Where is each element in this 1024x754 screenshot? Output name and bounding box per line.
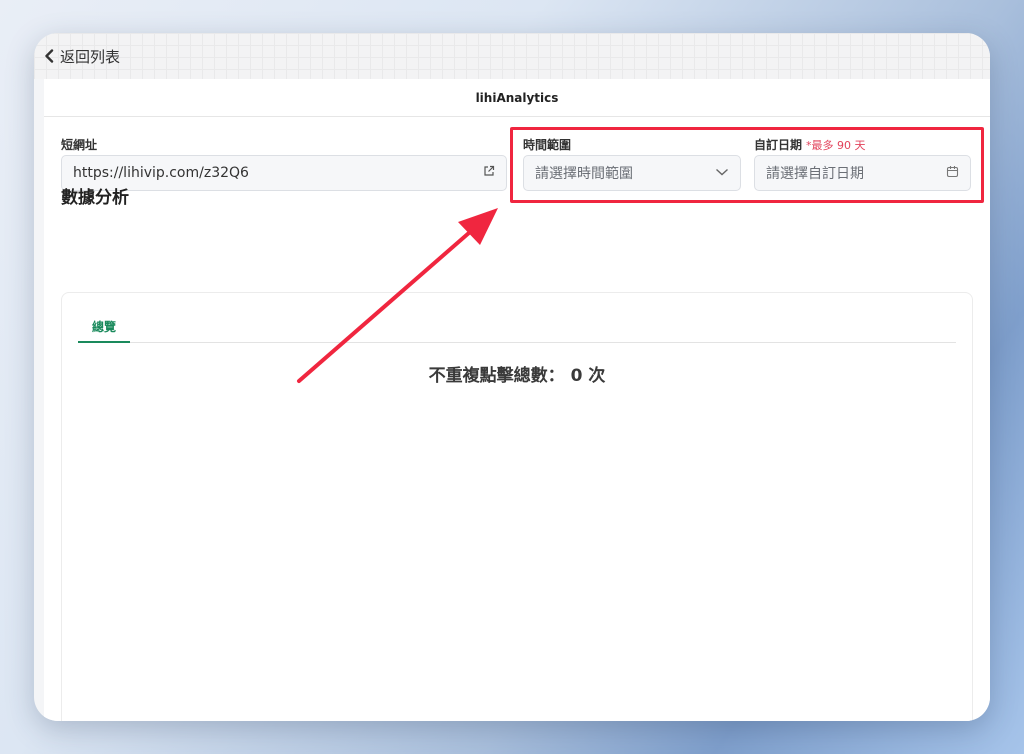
page-title: lihiAnalytics	[44, 79, 990, 117]
custom-date-label-text: 自訂日期	[754, 138, 803, 152]
external-link-icon[interactable]	[483, 165, 495, 181]
custom-date-note: *最多 90 天	[806, 139, 866, 152]
time-range-placeholder: 請選擇時間範圍	[535, 166, 633, 182]
unique-clicks-total: 不重複點擊總數： 0 次	[428, 366, 606, 386]
custom-date-label: 自訂日期 *最多 90 天	[754, 136, 866, 153]
calendar-icon	[946, 165, 959, 182]
app-window: 返回列表 lihiAnalytics 短網址 https://lihivip.c…	[34, 33, 990, 721]
analytics-tabs: 總覽	[78, 315, 956, 343]
custom-date-picker[interactable]: 請選擇自訂日期	[754, 155, 971, 191]
time-range-select[interactable]: 請選擇時間範圍	[523, 155, 741, 191]
main-content: lihiAnalytics 短網址 https://lihivip.com/z3…	[44, 79, 990, 721]
analytics-section-title: 數據分析	[61, 188, 129, 208]
time-range-label: 時間範圍	[523, 138, 572, 152]
back-to-list-button[interactable]: 返回列表	[44, 45, 120, 67]
custom-date-placeholder: 請選擇自訂日期	[766, 166, 864, 182]
chevron-left-icon	[44, 49, 54, 63]
chevron-down-icon	[715, 165, 729, 181]
analytics-card: 總覽 不重複點擊總數： 0 次	[61, 292, 973, 721]
top-bar: 返回列表	[34, 33, 990, 79]
short-url-value: https://lihivip.com/z32Q6	[73, 165, 249, 181]
short-url-label: 短網址	[61, 138, 98, 152]
tab-overview[interactable]: 總覽	[78, 315, 130, 343]
back-label: 返回列表	[60, 47, 121, 66]
